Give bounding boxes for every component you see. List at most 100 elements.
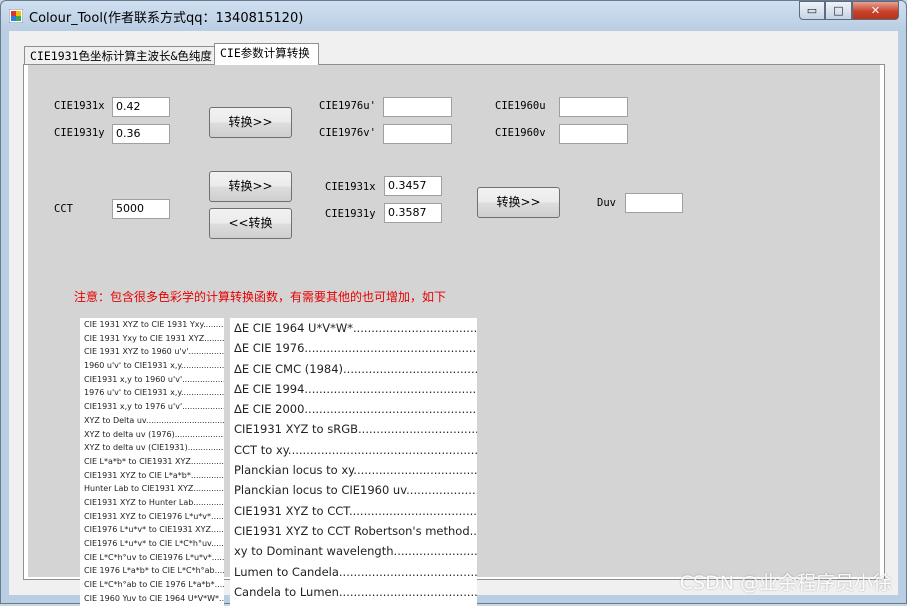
cct-cie1931x-input[interactable]: 0.3457 — [384, 176, 442, 196]
convert-cct-to-xy-button[interactable]: 转换>> — [209, 171, 292, 202]
list-item-label: 1976 u'v' to CIE1931 x,y — [84, 388, 181, 398]
minimize-button[interactable]: ▭ — [799, 1, 825, 20]
leader-dots: ........................................… — [181, 388, 224, 398]
list-item: CIE1931 XYZ to CCT Robertson's method...… — [230, 521, 477, 541]
cie1976u-output[interactable] — [383, 97, 452, 117]
list-item: 1960 u'v' to CIE1931 x,y................… — [80, 359, 224, 373]
list-item-label: Hunter Lab to CIE1931 XYZ — [84, 484, 194, 494]
note-text: 注意：包含很多色彩学的计算转换函数，有需要其他的也可增加，如下 — [74, 290, 447, 304]
convert-duv-button[interactable]: 转换>> — [477, 187, 560, 218]
leader-dots: ........................................… — [214, 580, 224, 590]
leader-dots: ........................................… — [190, 456, 224, 466]
convert-xy-to-cct-button[interactable]: <<转换 — [209, 208, 292, 239]
list-item-label: Planckian locus to CIE1960 uv — [234, 483, 407, 498]
list-item-label: ΔE CIE 1976 — [234, 341, 305, 356]
list-item-label: CIE1931 XYZ to CCT — [234, 503, 349, 518]
cct-cie1931y-label: CIE1931y — [325, 208, 376, 220]
minimize-icon: ▭ — [806, 4, 818, 17]
list-item: CIE1976 L*u*v* to CIE L*C*h°uv..........… — [80, 537, 224, 551]
conversion-panel: CIE1931x 0.42 CIE1931y 0.36 转换>> CIE1976… — [28, 65, 880, 606]
list-item-label: CIE1931 x,y to 1960 u'v' — [84, 374, 183, 384]
tab-cie-conversion[interactable]: CIE参数计算转换 — [214, 43, 319, 65]
leader-dots: ........................................… — [304, 381, 477, 396]
list-item: CIE1931 XYZ to CIE L*a*b*...............… — [80, 469, 224, 483]
cie1976u-label: CIE1976u' — [319, 100, 376, 112]
list-item: ΔE CIE 1964 U*V*W*......................… — [230, 318, 477, 338]
leader-dots: ........................................… — [211, 552, 224, 562]
leader-dots: ........................................… — [188, 347, 224, 357]
list-item: ΔE CIE 1994.............................… — [230, 379, 477, 399]
leader-dots: ........................................… — [203, 320, 224, 329]
list-item: CIE 1960 Yuv to CIE 1964 U*V*W*.........… — [80, 592, 224, 606]
leader-dots: ........................................… — [211, 539, 224, 548]
list-item-label: 1960 u'v' to CIE1931 x,y — [84, 361, 181, 371]
list-item: CIE1931 XYZ to CCT......................… — [230, 501, 477, 521]
list-item-label: XYZ to delta uv (CIE1931) — [84, 443, 188, 453]
leader-dots: ........................................… — [352, 321, 477, 335]
list-item: CIE 1931 XYZ to 1960 u'v'...............… — [80, 345, 224, 359]
cct-cie1931y-input[interactable]: 0.3587 — [384, 203, 442, 223]
list-item: Planckian locus to xy...................… — [230, 460, 477, 480]
leader-dots: ........................................… — [182, 402, 224, 412]
tab-dominant-wavelength[interactable]: CIE1931色坐标计算主波长&色纯度 — [24, 46, 215, 65]
convert-xy-to-uv-button[interactable]: 转换>> — [209, 107, 292, 138]
list-item: CIE 1931 XYZ to CIE 1931 Yxy............… — [80, 318, 224, 332]
leader-dots: ........................................… — [393, 544, 477, 559]
cct-label: CCT — [54, 203, 73, 215]
cie1931x-label: CIE1931x — [54, 100, 105, 112]
title-bar[interactable]: Colour_Tool(作者联系方式qq：1340815120) ▭ □ ✕ — [1, 1, 906, 31]
list-item: ΔE CIE 1976.............................… — [230, 338, 477, 358]
list-item-label: Candela to Lumen — [234, 584, 339, 599]
leader-dots: ........................................… — [146, 415, 224, 425]
leader-dots: ........................................… — [187, 443, 224, 453]
list-item-label: XYZ to Delta uv — [84, 415, 147, 425]
list-item: CIE L*a*b* to CIE1931 XYZ...............… — [80, 455, 224, 469]
cie1976v-output[interactable] — [383, 124, 452, 144]
watermark: CSDN @业余程序员小徐 — [679, 572, 892, 594]
cie1960u-output[interactable] — [559, 97, 628, 117]
list-item-label: XYZ to delta uv (1976) — [84, 429, 175, 439]
leader-dots: ........................................… — [193, 484, 224, 494]
leader-dots: ........................................… — [204, 333, 224, 343]
cie1960v-output[interactable] — [559, 124, 628, 144]
cie1960u-label: CIE1960u — [495, 100, 546, 112]
list-item-label: CIE 1931 Yxy to CIE 1931 XYZ — [84, 333, 205, 343]
function-list-left: CIE 1931 XYZ to CIE 1931 Yxy............… — [80, 318, 224, 606]
cie1931y-input[interactable]: 0.36 — [112, 124, 170, 144]
list-item-label: Lumen to Candela — [234, 564, 339, 579]
leader-dots: ........................................… — [348, 503, 477, 518]
leader-dots: ........................................… — [304, 402, 477, 417]
list-item: CIE1931 x,y to 1960 u'v'................… — [80, 373, 224, 387]
list-item: CIE1931 x,y to 1976 u'v'................… — [80, 400, 224, 414]
leader-dots: ........................................… — [193, 497, 224, 507]
duv-label: Duv — [597, 197, 616, 209]
list-item-label: CIE 1960 Yuv to CIE 1964 U*V*W* — [84, 593, 220, 603]
cct-cie1931x-label: CIE1931x — [325, 181, 376, 193]
list-item: CIE1976 L*u*v* to CIE1931 XYZ...........… — [80, 523, 224, 537]
list-item-label: CIE1931 XYZ to Hunter Lab — [84, 497, 194, 507]
list-item-label: CIE1931 x,y to 1976 u'v' — [84, 402, 183, 412]
leader-dots: ........................................… — [353, 463, 477, 478]
leader-dots: ........................................… — [338, 564, 477, 579]
function-list-right: ΔE CIE 1964 U*V*W*......................… — [230, 318, 477, 606]
list-item-label: CIE1931 XYZ to CIE1976 L*u*v* — [84, 511, 212, 521]
close-button[interactable]: ✕ — [852, 1, 899, 20]
leader-dots: ........................................… — [190, 470, 224, 480]
list-item-label: CCT to xy — [234, 442, 288, 457]
app-window: Colour_Tool(作者联系方式qq：1340815120) ▭ □ ✕ C… — [0, 0, 907, 606]
list-item-label: CIE 1931 XYZ to CIE 1931 Yxy — [84, 320, 204, 329]
cie1931y-label: CIE1931y — [54, 127, 105, 139]
leader-dots: ........................................… — [338, 584, 477, 599]
list-item-label: CIE1976 L*u*v* to CIE1931 XYZ — [84, 525, 212, 535]
cie1960v-label: CIE1960v — [495, 127, 546, 139]
leader-dots: ........................................… — [211, 511, 224, 521]
cie1931x-input[interactable]: 0.42 — [112, 97, 170, 117]
list-item-label: CIE1931 XYZ to CIE L*a*b* — [84, 470, 191, 480]
list-item: CIE 1931 Yxy to CIE 1931 XYZ............… — [80, 332, 224, 346]
cct-input[interactable]: 5000 — [112, 199, 170, 219]
list-item: XYZ to delta uv (1976)..................… — [80, 428, 224, 442]
duv-output[interactable] — [625, 193, 683, 213]
list-item: 1976 u'v' to CIE1931 x,y................… — [80, 386, 224, 400]
maximize-button[interactable]: □ — [825, 1, 852, 20]
leader-dots: ........................................… — [214, 566, 224, 576]
